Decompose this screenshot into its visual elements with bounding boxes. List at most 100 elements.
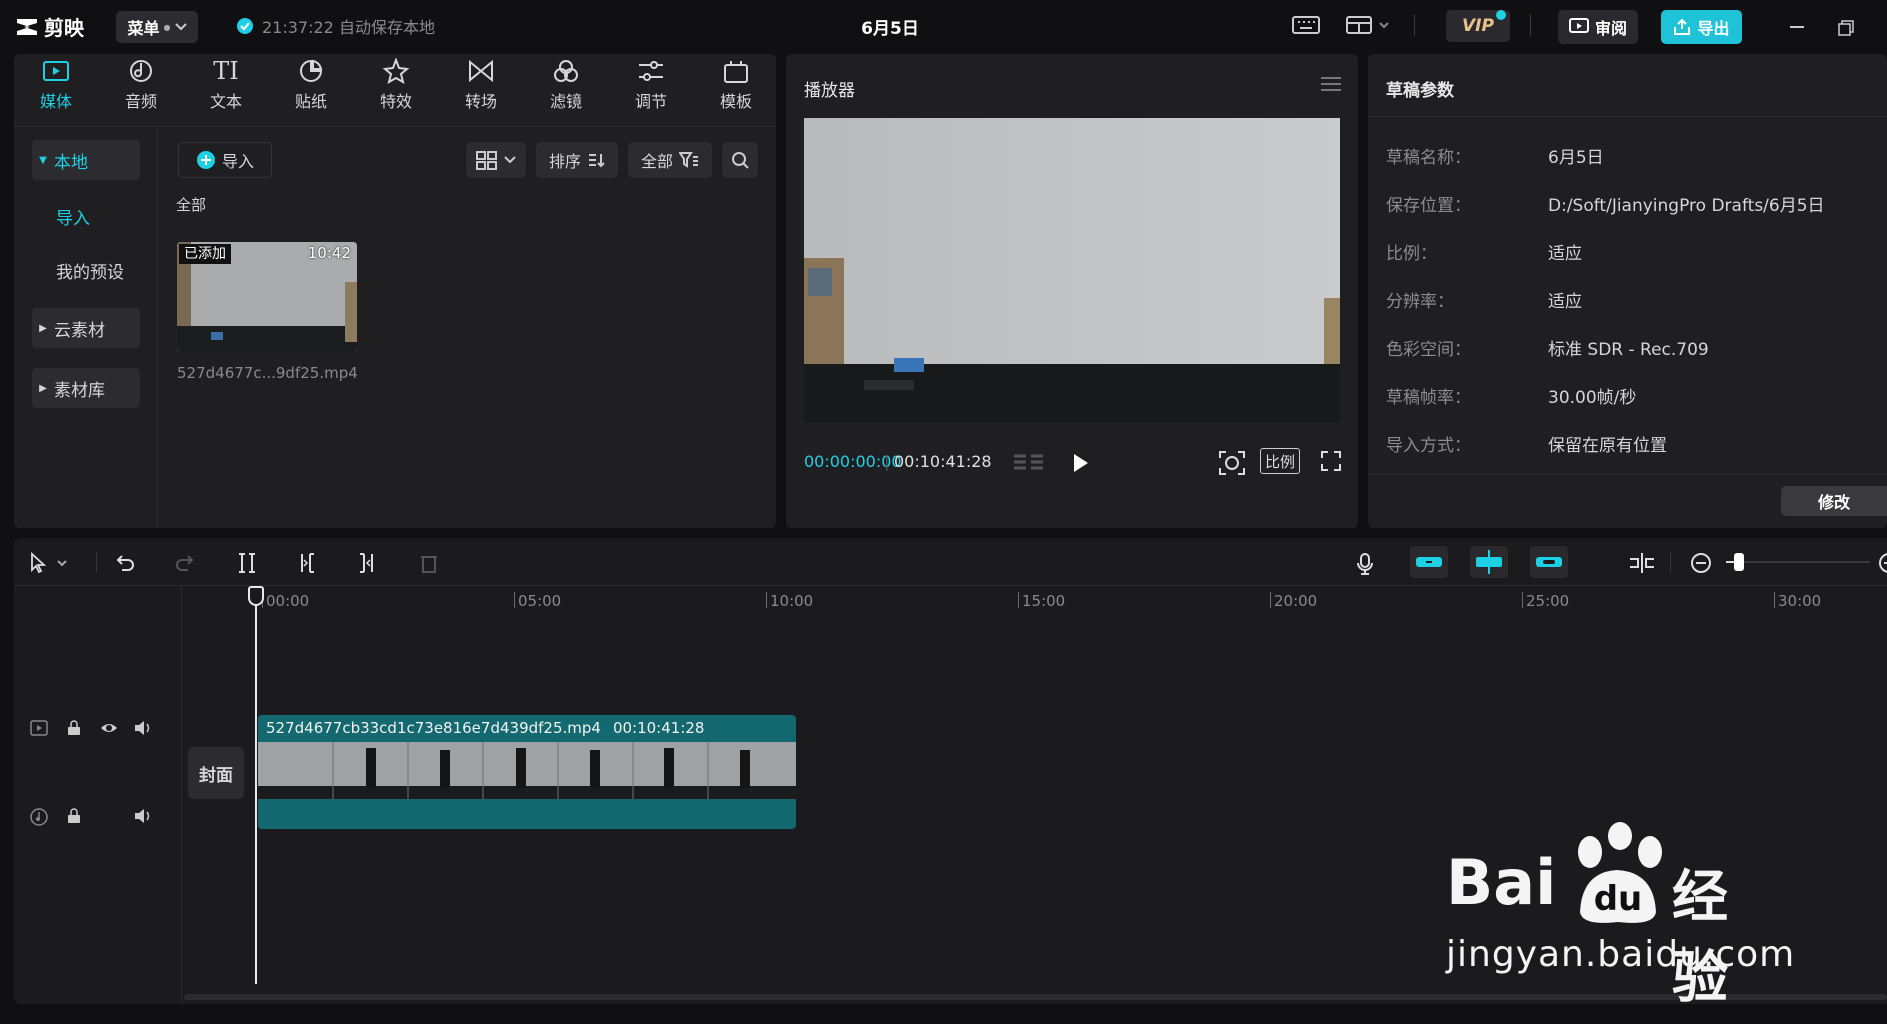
- sidebar-item-my-presets[interactable]: 我的预设: [32, 250, 140, 290]
- sidebar-item-import[interactable]: 导入: [32, 196, 140, 236]
- app-name: 剪映: [44, 16, 84, 40]
- select-tool-icon[interactable]: [28, 552, 72, 574]
- trim-right-icon[interactable]: [356, 552, 378, 574]
- ruler-label: 20:00: [1274, 592, 1318, 610]
- sidebar-item-label: 导入: [56, 208, 90, 229]
- play-icon[interactable]: [1072, 452, 1090, 474]
- tab-transition[interactable]: 转场: [445, 58, 517, 122]
- crop-fit-icon[interactable]: [1218, 450, 1246, 476]
- draft-params-panel: 草稿参数 草稿名称： 6月5日 保存位置： D:/Soft/JianyingPro …: [1368, 54, 1887, 528]
- tab-template[interactable]: 模板: [700, 58, 772, 122]
- fullscreen-icon[interactable]: [1320, 450, 1342, 472]
- zoom-slider-handle[interactable]: [1734, 553, 1744, 571]
- undo-icon[interactable]: [114, 552, 136, 574]
- trim-left-icon[interactable]: [296, 552, 318, 574]
- menu-button[interactable]: 菜单 ●: [116, 11, 198, 43]
- tab-sticker-label: 贴纸: [294, 92, 327, 111]
- ratio-label: 比例: [1264, 452, 1295, 471]
- tab-effects[interactable]: 特效: [360, 58, 432, 122]
- playhead-line[interactable]: [255, 590, 257, 984]
- tab-media[interactable]: 媒体: [20, 58, 92, 122]
- filter-label: 全部: [640, 152, 673, 171]
- speaker-icon[interactable]: [134, 720, 152, 736]
- minimize-icon[interactable]: [1790, 26, 1804, 28]
- zoom-out-icon[interactable]: [1690, 552, 1712, 574]
- media-clip-thumbnail[interactable]: 已添加 10:42: [177, 242, 357, 352]
- split-icon[interactable]: [236, 552, 258, 574]
- timeline-video-clip[interactable]: 527d4677cb33cd1c73e816e7d439df25.mp4 00:…: [258, 715, 796, 829]
- restore-icon[interactable]: [1838, 20, 1854, 36]
- project-title: 6月5日: [861, 19, 919, 39]
- param-row: 草稿名称： 6月5日: [1386, 140, 1604, 170]
- auto-snap-button[interactable]: [1470, 546, 1508, 578]
- sort-button[interactable]: 排序: [536, 142, 618, 178]
- magnet-link-icon: [1416, 557, 1442, 567]
- caret-right-icon: ▶: [39, 322, 47, 334]
- ruler-label: 10:00: [770, 592, 814, 610]
- sidebar-item-label: 云素材: [54, 320, 105, 341]
- layout-icon[interactable]: [1346, 14, 1396, 38]
- video-preview[interactable]: [804, 118, 1340, 422]
- modify-label: 修改: [1817, 493, 1850, 512]
- tab-adjust[interactable]: 调节: [615, 58, 687, 122]
- autosave-text: 21:37:22 自动保存本地: [262, 18, 435, 37]
- lock-icon[interactable]: [66, 808, 82, 824]
- import-button[interactable]: 导入: [178, 142, 272, 178]
- video-frame-image: [804, 118, 1340, 422]
- track-headers: [14, 586, 182, 1004]
- speaker-icon[interactable]: [134, 808, 152, 824]
- sidebar-item-library[interactable]: ▶ 素材库: [32, 368, 140, 408]
- main-track-magnet-button[interactable]: [1410, 546, 1448, 578]
- param-key: 色彩空间：: [1386, 339, 1471, 360]
- timeline-scrollbar[interactable]: [184, 994, 1887, 1000]
- sidebar-item-local[interactable]: ▼ 本地: [32, 140, 140, 180]
- sidebar-item-cloud[interactable]: ▶ 云素材: [32, 308, 140, 348]
- param-row: 色彩空间： 标准 SDR - Rec.709: [1386, 332, 1709, 362]
- sidebar-item-label: 本地: [54, 152, 88, 173]
- preview-axis-icon[interactable]: [1628, 552, 1656, 574]
- lock-icon[interactable]: [66, 720, 82, 736]
- tab-text[interactable]: TI 文本: [190, 58, 262, 122]
- param-value: 适应: [1548, 291, 1582, 312]
- transition-icon: [469, 59, 493, 83]
- ruler-label: 15:00: [1022, 592, 1066, 610]
- added-badge: 已添加: [179, 244, 231, 264]
- param-row: 导入方式： 保留在原有位置: [1386, 428, 1667, 458]
- tab-sticker[interactable]: 贴纸: [275, 58, 347, 122]
- vip-notification-dot: [1496, 10, 1506, 20]
- total-time: 00:10:41:28: [894, 452, 992, 471]
- keyboard-icon[interactable]: [1292, 14, 1322, 38]
- review-button[interactable]: 审阅: [1558, 10, 1638, 44]
- export-button[interactable]: 导出: [1661, 10, 1742, 44]
- cover-button[interactable]: 封面: [188, 747, 244, 799]
- cover-label: 封面: [199, 765, 233, 786]
- baidu-watermark: Bai du 经验 jingyan.baidu.com: [1446, 822, 1794, 1011]
- zoom-in-icon[interactable]: [1878, 552, 1887, 574]
- search-button[interactable]: [722, 142, 758, 178]
- player-title: 播放器: [804, 81, 855, 101]
- tab-audio[interactable]: 音频: [105, 58, 177, 122]
- param-value: 适应: [1548, 243, 1582, 264]
- filter-all-button[interactable]: 全部: [628, 142, 712, 178]
- menu-dot-icon: ●: [163, 22, 171, 32]
- section-label: 全部: [176, 196, 207, 214]
- modify-button[interactable]: 修改: [1781, 486, 1887, 516]
- watermark-url: jingyan.baidu.com: [1446, 934, 1796, 975]
- autosave-status: 21:37:22 自动保存本地: [236, 14, 435, 38]
- divider: [96, 552, 97, 572]
- tab-filter[interactable]: 滤镜: [530, 58, 602, 122]
- zoom-slider-track[interactable]: [1726, 561, 1870, 563]
- eye-icon[interactable]: [100, 720, 118, 736]
- menu-label: 菜单: [127, 19, 160, 38]
- player-menu-icon[interactable]: [1320, 76, 1342, 92]
- microphone-icon[interactable]: [1354, 552, 1376, 576]
- app-logo: 剪映: [16, 12, 84, 41]
- view-mode-button[interactable]: [466, 142, 526, 178]
- frame-grid-icon[interactable]: [1012, 452, 1046, 474]
- export-label: 导出: [1697, 19, 1730, 38]
- ratio-button[interactable]: 比例: [1260, 448, 1300, 474]
- param-row: 比例： 适应: [1386, 236, 1582, 266]
- linkage-button[interactable]: [1530, 546, 1568, 578]
- playhead-handle[interactable]: [248, 586, 264, 606]
- clip-duration-label: 00:10:41:28: [612, 719, 705, 737]
